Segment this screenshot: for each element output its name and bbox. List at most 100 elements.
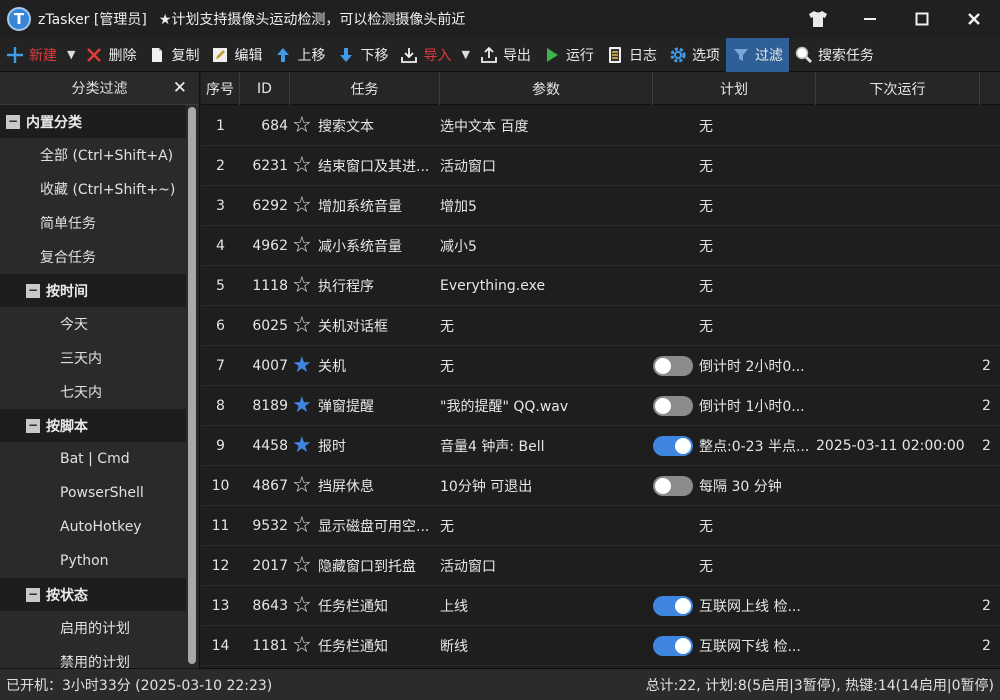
table-row[interactable]: 4 4962 ☆ 减小系统音量 减小5 无 [201,226,1000,266]
import-button[interactable]: 导入 [394,38,457,72]
favorite-star-outline-icon[interactable]: ☆ [292,315,318,337]
category-item[interactable]: 三天内 [0,341,186,375]
new-button[interactable]: 新建 [0,38,63,72]
maximize-button[interactable] [896,0,948,38]
close-icon[interactable]: ✕ [173,78,187,98]
favorite-star-outline-icon[interactable]: ☆ [292,195,318,217]
category-item[interactable]: 禁用的计划 [0,645,186,668]
table-row[interactable]: 8 8189 ★ 弹窗提醒 "我的提醒" QQ.wav 倒计时 1小时0... 2 [201,386,1000,426]
category-item[interactable]: 启用的计划 [0,611,186,645]
category-item[interactable]: AutoHotkey [0,510,186,544]
favorite-star-outline-icon[interactable]: ☆ [292,115,318,137]
sidebar-scrollbar[interactable] [187,105,197,668]
row-plan: 倒计时 2小时0... [653,355,816,376]
schedule-toggle[interactable] [653,595,693,616]
copy-button[interactable]: 复制 [142,38,205,72]
table-row[interactable]: 6 6025 ☆ 关机对话框无无 [201,306,1000,346]
category-item[interactable]: Bat | Cmd [0,442,186,476]
group-builtin[interactable]: − 内置分类 [0,105,186,138]
category-item[interactable]: 复合任务 [0,240,186,274]
favorite-star-outline-icon[interactable]: ☆ [292,515,318,537]
title-notice: ★计划支持摄像头运动检测，可以检测摄像头前近 [158,12,466,28]
export-button[interactable]: 导出 [474,38,537,72]
category-label: PowserShell [60,485,144,501]
favorite-star-outline-icon[interactable]: ☆ [292,235,318,257]
category-item[interactable]: PowserShell [0,476,186,510]
task-name: 任务栏通知 [318,638,388,655]
table-row[interactable]: 9 4458 ★ 报时 音量4 钟声: Bell 整点:0-23 半点... 2025-03… [201,426,1000,466]
row-extra-truncated: 2 [982,637,991,654]
run-button[interactable]: 运行 [537,38,600,72]
category-item[interactable]: Python [0,544,186,578]
category-item[interactable]: 今天 [0,307,186,341]
collapse-minus-icon[interactable]: − [26,418,40,433]
group-label: 内置分类 [26,114,82,131]
schedule-toggle[interactable] [653,635,693,656]
collapse-minus-icon[interactable]: − [26,283,40,298]
column-header-next-run[interactable]: 下次运行 [816,72,980,105]
category-tree: − 内置分类 全部 (Ctrl+Shift+A) 收藏 (Ctrl+Shift+… [0,105,186,668]
minimize-button[interactable] [844,0,896,38]
skin-tshirt-icon[interactable] [792,0,844,38]
table-row[interactable]: 1 684 ☆ 搜索文本 选中文本 百度无 [201,106,1000,146]
search-task-button[interactable]: 搜索任务 [789,38,880,72]
favorite-star-outline-icon[interactable]: ☆ [292,595,318,617]
plan-text: 每隔 30 分钟 [699,478,782,495]
favorite-star-outline-icon[interactable]: ☆ [292,275,318,297]
schedule-toggle[interactable] [653,475,693,496]
filter-button[interactable]: 过滤 [725,37,789,72]
category-item[interactable]: 简单任务 [0,206,186,240]
move-up-button[interactable]: 上移 [268,38,331,72]
delete-button[interactable]: 删除 [79,38,142,72]
row-seq: 7 [216,357,225,374]
collapse-minus-icon[interactable]: − [26,587,40,602]
row-task: ☆ 增加系统音量 [290,195,440,217]
table-row[interactable]: 11 9532 ☆ 显示磁盘可用空... 无无 [201,506,1000,546]
schedule-toggle[interactable] [653,355,693,376]
table-row[interactable]: 5 1118 ☆ 执行程序 Everything.exe 无 [201,266,1000,306]
row-param: "我的提醒" QQ.wav [440,398,569,415]
column-header-seq[interactable]: 序号 [201,72,240,105]
table-row[interactable]: 10 4867 ☆ 挡屏休息 10分钟 可退出 每隔 30 分钟 [201,466,1000,506]
collapse-minus-icon[interactable]: − [6,114,20,129]
row-id: 4962 [252,237,288,254]
table-row[interactable]: 2 6231 ☆ 结束窗口及其进... 活动窗口无 [201,146,1000,186]
favorite-star-outline-icon[interactable]: ☆ [292,635,318,657]
column-header-param[interactable]: 参数 [440,72,653,105]
favorite-star-filled-icon[interactable]: ★ [292,355,318,377]
schedule-toggle[interactable] [653,435,693,456]
table-row[interactable]: 12 2017 ☆ 隐藏窗口到托盘 活动窗口无 [201,546,1000,586]
table-row[interactable]: 13 8643 ☆ 任务栏通知 上线 互联网上线 检... 2 [201,586,1000,626]
edit-pencil-icon [211,47,229,63]
task-name: 搜索文本 [318,118,374,135]
group-by-time[interactable]: − 按时间 [0,274,186,307]
move-down-button[interactable]: 下移 [331,38,394,72]
log-button[interactable]: 日志 [600,38,663,72]
category-item[interactable]: 七天内 [0,375,186,409]
status-bar: 已开机：3小时33分 (2025-03-10 22:23) 总计:22, 计划:… [0,668,1000,700]
favorite-star-outline-icon[interactable]: ☆ [292,475,318,497]
favorite-star-filled-icon[interactable]: ★ [292,395,318,417]
edit-button[interactable]: 编辑 [205,38,268,72]
table-row[interactable]: 14 1181 ☆ 任务栏通知 断线 互联网下线 检... 2 [201,626,1000,666]
column-header-id[interactable]: ID [240,72,290,105]
sidebar-scrollbar-thumb[interactable] [188,107,196,664]
favorite-star-filled-icon[interactable]: ★ [292,435,318,457]
column-header-task[interactable]: 任务 [290,72,440,105]
options-button[interactable]: 选项 [663,38,726,72]
schedule-toggle[interactable] [653,395,693,416]
import-dropdown-arrow[interactable]: ▼ [457,48,473,61]
favorite-star-outline-icon[interactable]: ☆ [292,155,318,177]
favorite-star-outline-icon[interactable]: ☆ [292,555,318,577]
group-by-status[interactable]: − 按状态 [0,578,186,611]
new-dropdown-arrow[interactable]: ▼ [63,48,79,61]
table-row[interactable]: 3 6292 ☆ 增加系统音量 增加5 无 [201,186,1000,226]
column-header-plan[interactable]: 计划 [653,72,816,105]
arrow-up-icon [274,47,292,63]
table-row[interactable]: 7 4007 ★ 关机无倒计时 2小时0... 2 [201,346,1000,386]
row-task: ☆ 挡屏休息 [290,475,440,497]
category-item[interactable]: 收藏 (Ctrl+Shift+~) [0,172,186,206]
category-item[interactable]: 全部 (Ctrl+Shift+A) [0,138,186,172]
close-button[interactable] [948,0,1000,38]
group-by-script[interactable]: − 按脚本 [0,409,186,442]
